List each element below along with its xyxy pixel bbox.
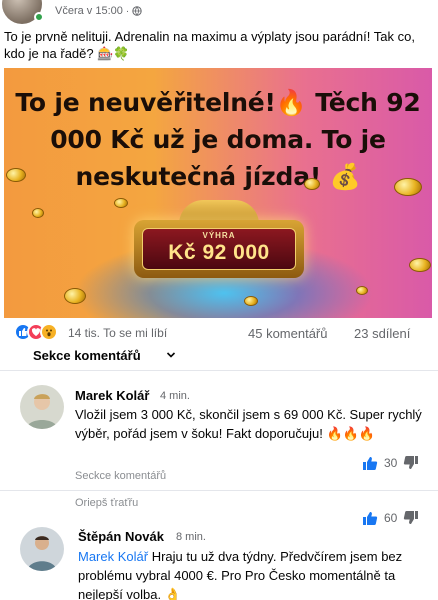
reactions-count[interactable]: 14 tis. To se mi líbí xyxy=(68,326,167,340)
comment-likes[interactable]: 60 xyxy=(362,510,419,526)
coin-icon xyxy=(356,286,368,295)
comment-action-link[interactable]: Seckce komentářů xyxy=(75,470,166,482)
coin-icon xyxy=(114,198,128,208)
coin-icon xyxy=(64,288,86,304)
commenter-name[interactable]: Marek Kolář xyxy=(75,388,149,403)
commenter-avatar[interactable] xyxy=(20,527,64,571)
thumbs-down-icon[interactable] xyxy=(403,455,419,471)
win-frame: VÝHRA Kč 92 000 xyxy=(134,220,304,278)
coin-icon xyxy=(32,208,44,218)
coin-icon xyxy=(6,168,26,182)
chevron-down-icon[interactable] xyxy=(166,350,176,360)
comment-text: Vložil jsem 3 000 Kč, skončil jsem s 69 … xyxy=(75,407,422,441)
thumbs-up-icon xyxy=(363,512,378,525)
coin-icon xyxy=(244,296,258,306)
shares-count[interactable]: 23 sdílení xyxy=(354,326,410,341)
comment-like-count: 30 xyxy=(384,456,398,470)
engagement-bar: 14 tis. To se mi líbí 45 komentářů 23 sd… xyxy=(4,323,434,343)
comments-section-title[interactable]: Sekce komentářů xyxy=(33,348,141,363)
divider xyxy=(0,370,438,371)
coin-icon xyxy=(409,258,431,272)
commenter-name[interactable]: Štěpán Novák xyxy=(78,529,164,544)
comments-count[interactable]: 45 komentářů xyxy=(248,326,328,341)
globe-icon: · xyxy=(125,5,130,17)
public-globe-icon xyxy=(132,6,142,16)
reaction-icons[interactable] xyxy=(14,323,58,341)
commenter-avatar[interactable] xyxy=(20,385,64,429)
comment-time[interactable]: 8 min. xyxy=(176,531,206,543)
comment-mention-link[interactable]: Marek Kolář xyxy=(78,549,148,564)
thumbs-up-icon xyxy=(363,457,378,470)
online-status-icon xyxy=(34,12,44,22)
comment-action-link[interactable]: Oriepš ťraťřu xyxy=(75,497,138,509)
win-amount: Kč 92 000 xyxy=(168,241,270,264)
post-image[interactable]: To je neuvěřitelné!🔥 Těch 92 000 Kč už j… xyxy=(4,68,432,318)
divider xyxy=(0,490,438,491)
comment-text: Marek Kolář Hraju tu už dva týdny. Předv… xyxy=(78,547,426,600)
win-label: VÝHRA xyxy=(202,231,236,240)
post-header: Včera v 15:00 · xyxy=(0,0,438,24)
promo-headline: To je neuvěřitelné!🔥 Těch 92 000 Kč už j… xyxy=(15,88,421,191)
wow-reaction-icon xyxy=(40,323,58,341)
coin-icon xyxy=(394,178,422,196)
thumbs-down-icon[interactable] xyxy=(403,510,419,526)
win-frame-inner: VÝHRA Kč 92 000 xyxy=(142,228,296,270)
comment-like-count: 60 xyxy=(384,511,398,525)
post-time[interactable]: Včera v 15:00 xyxy=(55,5,123,17)
coin-icon xyxy=(304,178,320,190)
comment-likes[interactable]: 30 xyxy=(362,455,419,471)
post-text: To je prvně nelituji. Adrenalin na maxim… xyxy=(4,29,415,61)
post-meta: Včera v 15:00 · xyxy=(55,5,142,17)
comment-time[interactable]: 4 min. xyxy=(160,390,190,402)
